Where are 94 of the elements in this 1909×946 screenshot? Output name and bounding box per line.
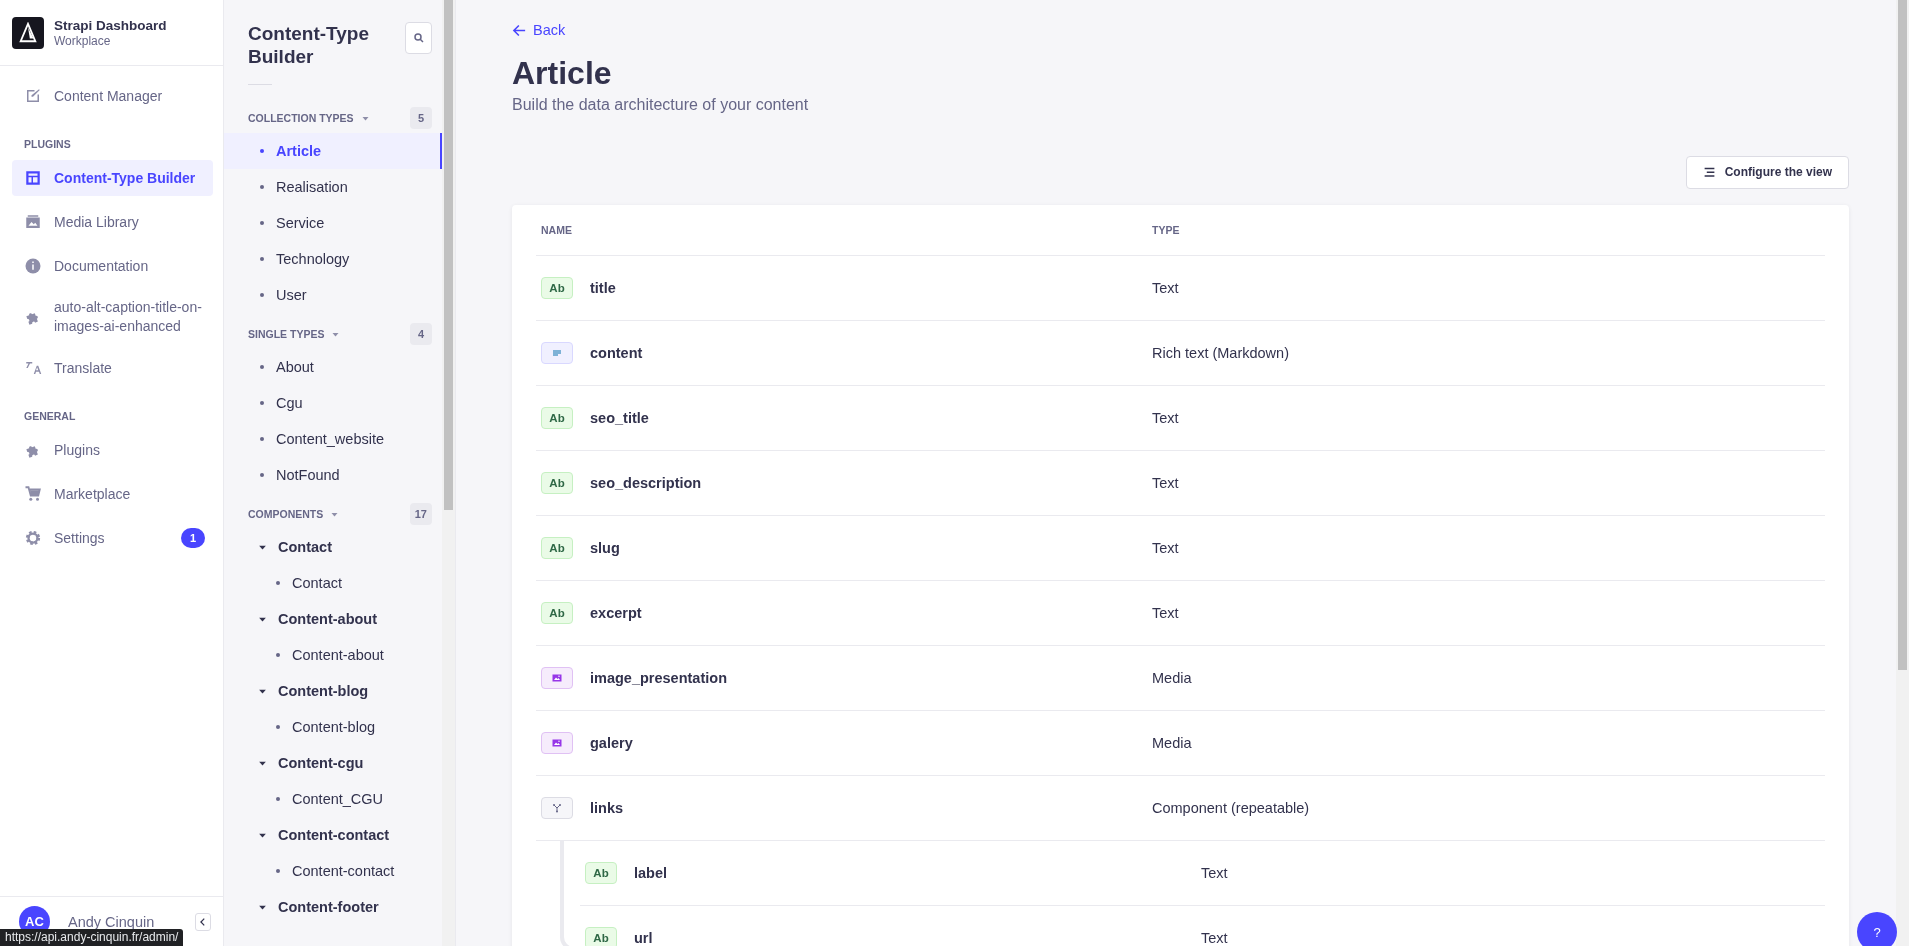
list-icon: [1702, 165, 1716, 179]
nav-item[interactable]: Plugins: [12, 432, 213, 468]
field-name: url: [634, 929, 653, 946]
text-type-icon: Ab: [541, 601, 573, 624]
collapse-button[interactable]: [195, 912, 211, 931]
text-type-icon: Ab: [541, 471, 573, 494]
tree-folder[interactable]: Content-about: [224, 601, 442, 637]
tree-folder[interactable]: Content-footer: [224, 889, 442, 925]
sidebar-link[interactable]: Service: [224, 205, 442, 241]
sidebar-link[interactable]: About: [224, 349, 442, 385]
gear-icon: [24, 529, 42, 547]
field-type: Text: [1152, 604, 1180, 621]
pen-icon: [24, 87, 42, 105]
sidebar-link[interactable]: Content-blog: [224, 709, 442, 745]
field-type: Text: [1152, 279, 1180, 296]
text-type-icon: Ab: [585, 926, 617, 946]
sidebar-link[interactable]: Realisation: [224, 169, 442, 205]
tree-folder[interactable]: Content-cgu: [224, 745, 442, 781]
nav-item[interactable]: Content Manager: [12, 78, 213, 114]
section-toggle[interactable]: COLLECTION TYPES: [248, 112, 370, 124]
field-type: Component (repeatable): [1152, 799, 1311, 816]
field-name: title: [590, 279, 616, 296]
tree-folder[interactable]: Content-blog: [224, 673, 442, 709]
field-name: excerpt: [590, 604, 642, 621]
arrow-left-icon: [512, 22, 527, 38]
field-type: Media: [1152, 734, 1193, 751]
field-type: Rich text (Markdown): [1152, 344, 1290, 361]
sidebar-link[interactable]: Content_website: [224, 421, 442, 457]
text-type-icon: Ab: [541, 536, 573, 559]
field-name: galery: [590, 734, 633, 751]
scrollbar[interactable]: [1896, 0, 1909, 946]
count-badge: 1: [181, 528, 205, 548]
field-type: Media: [1152, 669, 1193, 686]
back-link[interactable]: Back: [512, 22, 566, 38]
layout-icon: [24, 169, 42, 187]
page-subtitle: Build the data architecture of your content: [512, 95, 810, 114]
user-name: Andy Cinquin: [68, 913, 156, 930]
nav-item[interactable]: Content-Type Builder: [12, 160, 213, 196]
app-name: Strapi Dashboard: [54, 17, 167, 33]
sidebar-link[interactable]: User: [224, 277, 442, 313]
nav-item[interactable]: Translate: [12, 350, 213, 386]
cart-icon: [24, 485, 42, 503]
nav-item[interactable]: Documentation: [12, 248, 213, 284]
count-badge: 5: [410, 107, 432, 129]
column-header: NAME: [540, 223, 573, 236]
text-type-icon: Ab: [541, 406, 573, 429]
field-type: Text: [1201, 864, 1229, 881]
field-name: content: [590, 344, 643, 361]
sidebar-link[interactable]: Content-contact: [224, 853, 442, 889]
workspace-name: Workplace: [54, 33, 112, 48]
sidebar-link[interactable]: Article: [224, 133, 442, 169]
field-name: label: [634, 864, 668, 881]
nav-item[interactable]: Media Library: [12, 204, 213, 240]
tree-folder[interactable]: Contact: [224, 529, 442, 565]
field-name: image_presentation: [590, 669, 727, 686]
page-title: Article: [512, 53, 613, 92]
field-name: slug: [590, 539, 620, 556]
scrollbar[interactable]: [442, 0, 455, 946]
nav-section-label: GENERAL: [23, 409, 77, 424]
configure-view-button[interactable]: Configure the view: [1685, 155, 1849, 189]
nav-section-label: PLUGINS: [23, 137, 72, 152]
section-toggle[interactable]: COMPONENTS: [248, 508, 340, 520]
help-button[interactable]: ?: [1857, 912, 1897, 946]
nav-item[interactable]: auto-alt-caption-title-on-images-ai-enhanced: [12, 292, 213, 342]
column-header: TYPE: [1152, 223, 1181, 236]
sidebar-link[interactable]: Contact: [224, 565, 442, 601]
translate-icon: [24, 359, 42, 377]
sidebar-link[interactable]: Content_CGU: [224, 781, 442, 817]
field-name: links: [590, 799, 624, 816]
search-icon: [412, 32, 425, 44]
text-type-icon: Ab: [541, 276, 573, 299]
sidebar-link[interactable]: Cgu: [224, 385, 442, 421]
field-type: Text: [1152, 409, 1180, 426]
tree-folder[interactable]: Content-contact: [224, 817, 442, 853]
nav-item[interactable]: Settings 1: [12, 520, 213, 556]
search-button[interactable]: [405, 22, 432, 54]
sidebar-link[interactable]: Technology: [224, 241, 442, 277]
image-icon: [24, 213, 42, 231]
field-type: Text: [1152, 539, 1180, 556]
component-icon: [551, 801, 563, 814]
sidebar-title: Content-Type Builder: [248, 22, 371, 68]
field-name: seo_description: [590, 474, 702, 491]
text-type-icon: Ab: [585, 861, 617, 884]
count-badge: 4: [410, 323, 432, 345]
sidebar-link[interactable]: Content-about: [224, 637, 442, 673]
field-type: Text: [1152, 474, 1180, 491]
field-type: Text: [1201, 929, 1229, 946]
info-icon: [24, 257, 42, 275]
field-name: seo_title: [590, 409, 649, 426]
sidebar-link[interactable]: NotFound: [224, 457, 442, 493]
section-toggle[interactable]: SINGLE TYPES: [248, 328, 341, 340]
nav-item[interactable]: Marketplace: [12, 476, 213, 512]
status-url: https://api.andy-cinquin.fr/admin/: [0, 929, 184, 946]
count-badge: 17: [409, 503, 432, 525]
